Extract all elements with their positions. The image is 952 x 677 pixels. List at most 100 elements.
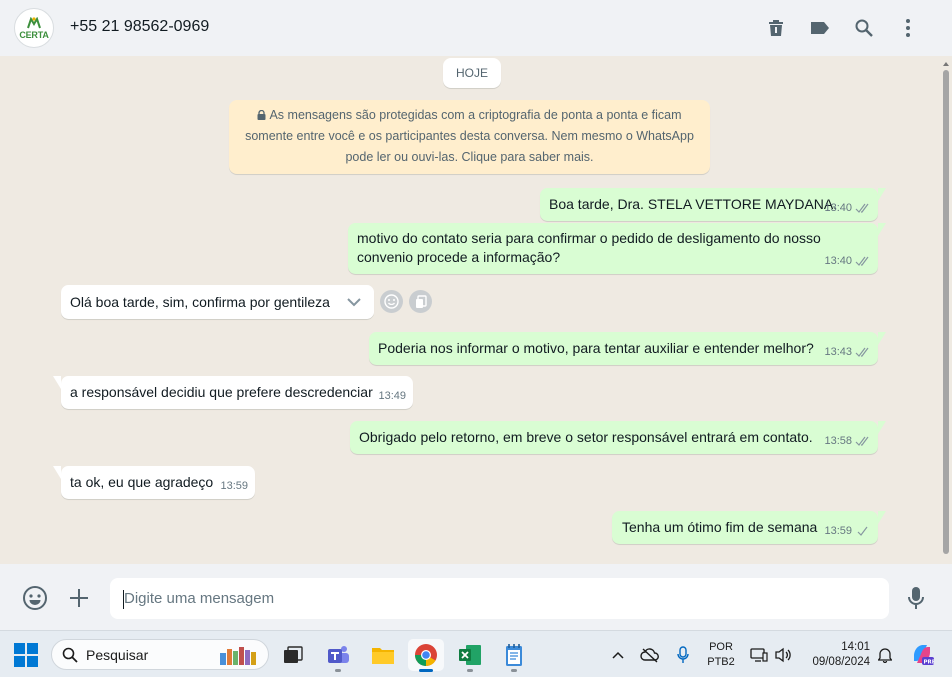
excel-icon	[459, 645, 481, 665]
taskbar-app-chrome[interactable]	[408, 639, 444, 672]
microphone-tray-icon[interactable]	[673, 645, 693, 665]
emoji-icon	[384, 294, 399, 309]
more-vertical-icon[interactable]	[886, 14, 930, 42]
message-time: 13:58	[824, 435, 852, 447]
bubble-tail	[878, 188, 886, 201]
message-outgoing[interactable]: Boa tarde, Dra. STELA VETTORE MAYDANA. 1…	[540, 188, 886, 221]
network-icon[interactable]	[749, 645, 769, 665]
certa-logo-icon	[27, 16, 41, 28]
chrome-icon	[415, 644, 437, 666]
taskbar-app-explorer[interactable]	[365, 639, 401, 671]
emoji-icon[interactable]	[21, 584, 49, 612]
contact-avatar[interactable]: CERTA	[14, 8, 54, 48]
notification-bell-icon[interactable]	[875, 645, 895, 665]
bubble-tail	[53, 376, 61, 389]
message-text: motivo do contato seria para confirmar o…	[357, 230, 821, 265]
message-text: Tenha um ótimo fim de semana	[622, 519, 818, 535]
cloud-off-icon[interactable]	[640, 645, 660, 665]
text-caret	[123, 590, 124, 609]
message-outgoing[interactable]: Tenha um ótimo fim de semana 13:59	[612, 511, 886, 544]
lock-icon	[257, 110, 266, 120]
label-icon[interactable]	[798, 14, 842, 42]
message-time: 13:49	[378, 390, 406, 402]
double-check-icon	[855, 203, 869, 213]
bubble-tail	[878, 511, 886, 524]
message-input[interactable]	[110, 578, 889, 619]
tray-overflow-chevron-icon[interactable]	[608, 645, 628, 665]
lang-line1: POR	[709, 641, 733, 653]
chat-scrollbar[interactable]	[942, 56, 950, 564]
running-indicator	[511, 669, 517, 672]
forward-button[interactable]	[409, 290, 432, 313]
conversation-panel[interactable]: HOJE As mensagens são protegidas com a c…	[0, 56, 952, 564]
double-check-icon	[855, 347, 869, 357]
windows-taskbar: Pesquisar POR PTB2 14:01 09/08/2024 PRE	[0, 630, 952, 677]
avatar-text: CERTA	[19, 29, 49, 40]
react-emoji-button[interactable]	[380, 290, 403, 313]
microphone-icon[interactable]	[902, 584, 930, 612]
taskbar-app-teams[interactable]	[320, 639, 356, 672]
trash-icon[interactable]	[754, 14, 798, 42]
taskbar-search[interactable]: Pesquisar	[51, 639, 269, 670]
message-time: 13:43	[824, 346, 852, 358]
contact-name[interactable]: +55 21 98562-0969	[70, 18, 209, 36]
taskbar-clock[interactable]: 14:01 09/08/2024	[806, 640, 870, 670]
lang-line2: PTB2	[707, 656, 735, 668]
message-text: Obrigado pelo retorno, em breve o setor …	[359, 429, 813, 445]
message-text: Poderia nos informar o motivo, para tent…	[378, 340, 814, 356]
single-check-icon	[857, 526, 868, 536]
volume-icon[interactable]	[773, 645, 793, 665]
folder-icon	[372, 648, 394, 664]
notepad-icon	[506, 644, 522, 666]
bubble-tail	[878, 421, 886, 434]
input-language-indicator[interactable]: POR PTB2	[706, 640, 736, 670]
clock-date: 09/08/2024	[812, 656, 870, 668]
encryption-notice[interactable]: As mensagens são protegidas com a cripto…	[229, 100, 710, 174]
bubble-tail	[878, 223, 886, 236]
clock-time: 14:01	[841, 641, 870, 653]
scrollbar-thumb[interactable]	[943, 70, 949, 554]
copilot-icon[interactable]: PRE	[910, 642, 934, 666]
message-outgoing[interactable]: Poderia nos informar o motivo, para tent…	[369, 332, 886, 365]
message-menu-chevron[interactable]	[334, 285, 374, 319]
message-outgoing[interactable]: Obrigado pelo retorno, em breve o setor …	[350, 421, 886, 454]
message-incoming[interactable]: a responsável decidiu que prefere descre…	[53, 376, 413, 409]
active-indicator	[419, 669, 433, 672]
message-incoming[interactable]: ta ok, eu que agradeço 13:59	[53, 466, 255, 499]
message-time: 13:40	[824, 255, 852, 267]
chevron-down-icon	[347, 297, 361, 306]
search-icon	[62, 647, 78, 663]
copy-icon	[415, 294, 427, 308]
message-time: 13:59	[220, 480, 248, 492]
taskbar-app-excel[interactable]	[452, 639, 488, 672]
message-text: ta ok, eu que agradeço	[70, 474, 214, 490]
message-text: a responsável decidiu que prefere descre…	[70, 384, 373, 400]
encryption-text: As mensagens são protegidas com a cripto…	[245, 108, 694, 164]
bubble-tail	[878, 332, 886, 345]
chat-header: CERTA +55 21 98562-0969	[0, 0, 952, 56]
scroll-up-arrow-icon[interactable]	[942, 60, 950, 68]
message-outgoing[interactable]: motivo do contato seria para confirmar o…	[348, 223, 886, 274]
running-indicator	[467, 669, 473, 672]
windows-start-icon[interactable]	[14, 643, 38, 667]
message-time: 13:59	[824, 525, 852, 537]
taskbar-app-taskview[interactable]	[275, 639, 311, 671]
teams-icon	[328, 646, 349, 663]
search-highlight-books-icon	[220, 646, 256, 665]
double-check-icon	[855, 256, 869, 266]
running-indicator	[335, 669, 341, 672]
date-chip: HOJE	[443, 58, 502, 88]
message-incoming[interactable]: Olá boa tarde, sim, confirma por gentile…	[61, 285, 374, 319]
message-text: Olá boa tarde, sim, confirma por gentile…	[70, 294, 330, 310]
svg-text:PRE: PRE	[924, 660, 935, 666]
taskbar-app-notepad[interactable]	[496, 639, 532, 672]
taskbar-search-label: Pesquisar	[86, 646, 149, 663]
search-icon[interactable]	[842, 14, 886, 42]
double-check-icon	[855, 436, 869, 446]
message-composer	[0, 564, 952, 630]
bubble-tail	[53, 466, 61, 479]
message-text: Boa tarde, Dra. STELA VETTORE MAYDANA.	[549, 196, 838, 212]
task-view-icon	[284, 646, 303, 663]
attach-plus-icon[interactable]	[65, 584, 93, 612]
message-time: 13:40	[824, 202, 852, 214]
